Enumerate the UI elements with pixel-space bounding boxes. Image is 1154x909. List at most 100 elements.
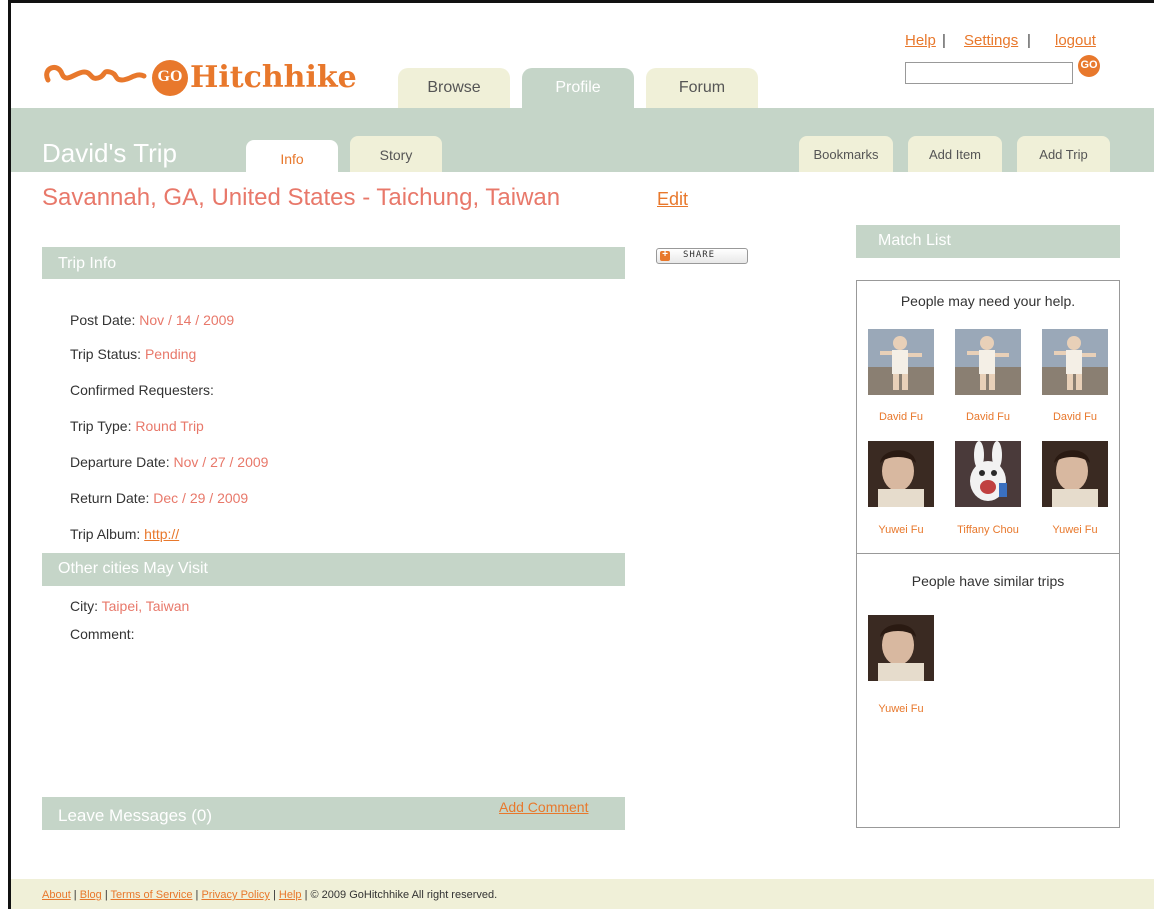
settings-link[interactable]: Settings	[964, 32, 1018, 49]
tab-profile-label: Profile	[555, 79, 601, 96]
tab-forum[interactable]: Forum	[646, 68, 758, 108]
terms-link[interactable]: Terms of Service	[111, 889, 193, 901]
person-name[interactable]: Yuwei Fu	[861, 703, 941, 715]
subtab-story-label: Story	[379, 147, 413, 163]
add-comment-link[interactable]: Add Comment	[499, 799, 588, 815]
departure-date-value: Nov / 27 / 2009	[173, 454, 269, 470]
separator: |	[942, 32, 946, 49]
person-card[interactable]	[868, 441, 934, 512]
footer: About | Blog | Terms of Service | Privac…	[11, 879, 1154, 909]
trip-status-row: Trip Status: Pending	[70, 346, 196, 362]
help-link[interactable]: Help	[905, 32, 936, 49]
add-item-label: Add Item	[928, 147, 982, 162]
logo[interactable]: GO Hitchhike	[40, 58, 380, 98]
share-plus-icon: +	[660, 249, 670, 261]
rabbid-photo	[955, 441, 1021, 507]
bookmarks-label: Bookmarks	[813, 147, 879, 162]
about-link[interactable]: About	[42, 889, 71, 901]
similar-trips-title: People have similar trips	[911, 573, 1065, 589]
person-card[interactable]	[955, 441, 1021, 512]
trip-album-label: Trip Album:	[70, 526, 145, 542]
subtab-info-label: Info	[280, 151, 304, 167]
city-label: City:	[70, 598, 102, 614]
return-date-row: Return Date: Dec / 29 / 2009	[70, 490, 248, 506]
person-photo	[868, 329, 934, 395]
logout-link[interactable]: logout	[1055, 32, 1096, 49]
person-photo	[1042, 329, 1108, 395]
return-date-value: Dec / 29 / 2009	[153, 490, 249, 506]
person-photo	[868, 441, 934, 507]
person-photo	[868, 615, 934, 681]
comment-label: Comment:	[70, 626, 135, 642]
share-button[interactable]: + SHARE	[656, 248, 748, 264]
copyright: © 2009 GoHitchhike All right reserved.	[310, 889, 498, 901]
trip-type-label: Trip Type:	[70, 418, 136, 434]
person-photo	[955, 329, 1021, 395]
trip-type-value: Round Trip	[135, 418, 204, 434]
page: GO Hitchhike Browse Profile Forum Help |…	[0, 0, 1154, 909]
post-date-row: Post Date: Nov / 14 / 2009	[70, 312, 234, 328]
logo-text: Hitchhike	[190, 60, 357, 95]
person-card[interactable]	[1042, 329, 1108, 400]
other-cities-header: Other cities May Visit	[42, 553, 625, 586]
add-trip-label: Add Trip	[1039, 147, 1088, 162]
person-photo	[1042, 441, 1108, 507]
trip-album-link[interactable]: http://	[144, 526, 179, 542]
confirmed-requesters-row: Confirmed Requesters:	[70, 382, 214, 398]
divider	[857, 553, 1119, 554]
bookmarks-button[interactable]: Bookmarks	[799, 136, 893, 172]
tab-browse[interactable]: Browse	[398, 68, 510, 108]
trip-route: Savannah, GA, United States - Taichung, …	[42, 184, 561, 211]
subtab-info[interactable]: Info	[246, 140, 338, 172]
window-border-top	[8, 0, 1154, 3]
logo-swirl-icon	[44, 65, 147, 83]
post-date-value: Nov / 14 / 2009	[139, 312, 235, 328]
subtab-story[interactable]: Story	[350, 136, 442, 172]
tab-forum-label: Forum	[678, 79, 726, 96]
person-card[interactable]	[955, 329, 1021, 400]
match-list-panel: People may need your help. David Fu Davi…	[856, 280, 1120, 828]
share-label: SHARE	[683, 250, 716, 260]
person-name[interactable]: David Fu	[1035, 411, 1115, 423]
person-card[interactable]	[1042, 441, 1108, 512]
search-input[interactable]	[905, 62, 1073, 84]
add-trip-button[interactable]: Add Trip	[1017, 136, 1110, 172]
return-date-label: Return Date:	[70, 490, 154, 506]
trip-album-row: Trip Album: http://	[70, 526, 179, 542]
add-item-button[interactable]: Add Item	[908, 136, 1002, 172]
go-badge-text: GO	[157, 68, 183, 85]
city-value: Taipei, Taiwan	[101, 598, 190, 614]
departure-date-label: Departure Date:	[70, 454, 174, 470]
search-go-button[interactable]: GO	[1078, 55, 1100, 77]
tab-profile[interactable]: Profile	[522, 68, 634, 108]
trip-info-header: Trip Info	[42, 247, 625, 279]
person-name[interactable]: David Fu	[948, 411, 1028, 423]
trip-status-value: Pending	[144, 346, 197, 362]
footer-help-link[interactable]: Help	[279, 889, 302, 901]
person-name[interactable]: David Fu	[861, 411, 941, 423]
plus-glyph: +	[662, 249, 668, 260]
person-card[interactable]	[868, 329, 934, 400]
departure-date-row: Departure Date: Nov / 27 / 2009	[70, 454, 268, 470]
separator: |	[301, 889, 311, 901]
trip-type-row: Trip Type: Round Trip	[70, 418, 204, 434]
edit-link[interactable]: Edit	[657, 189, 688, 210]
top-links: Help | Settings | logout	[905, 32, 1115, 52]
person-name[interactable]: Yuwei Fu	[861, 524, 941, 536]
separator: |	[1027, 32, 1031, 49]
post-date-label: Post Date:	[70, 312, 140, 328]
confirmed-requesters-label: Confirmed Requesters:	[70, 382, 214, 398]
city-row: City: Taipei, Taiwan	[70, 598, 189, 614]
person-name[interactable]: Tiffany Chou	[948, 524, 1028, 536]
tab-browse-label: Browse	[427, 79, 481, 96]
person-name[interactable]: Yuwei Fu	[1035, 524, 1115, 536]
go-badge-icon: GO	[152, 60, 188, 96]
person-card[interactable]	[868, 615, 934, 686]
footer-links: About | Blog | Terms of Service | Privac…	[42, 885, 497, 903]
blog-link[interactable]: Blog	[80, 889, 102, 901]
need-help-title: People may need your help.	[900, 293, 1076, 309]
separator: |	[101, 889, 111, 901]
trip-title: David's Trip	[42, 138, 178, 168]
match-list-header: Match List	[856, 225, 1120, 258]
privacy-link[interactable]: Privacy Policy	[201, 889, 269, 901]
